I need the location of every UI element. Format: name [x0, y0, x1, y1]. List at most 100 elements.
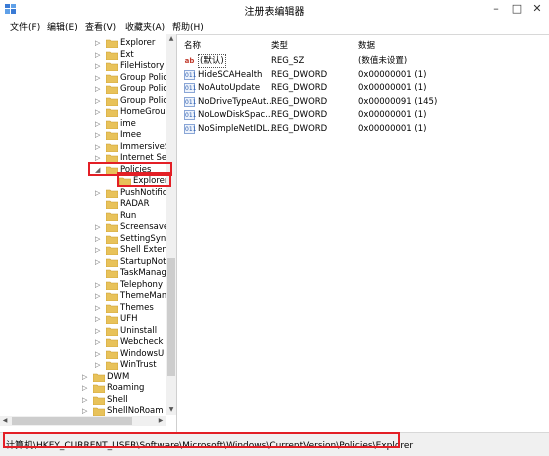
value-row[interactable]: 011 NoSimpleNetIDL... REG_DWORD 0x00000001 … [178, 123, 549, 135]
expand-arrow-icon[interactable]: ▷ [82, 395, 90, 406]
tree-item[interactable]: ▷ ime [0, 119, 166, 130]
value-data: 0x00000001 (1) [358, 69, 427, 80]
close-button[interactable]: ✕ [528, 2, 546, 16]
tree-item[interactable]: ▷ Explorer [0, 38, 166, 49]
tree-item[interactable]: Run [0, 211, 166, 222]
expand-arrow-icon[interactable]: ▷ [95, 337, 103, 348]
scroll-right-icon[interactable]: ▶ [156, 416, 166, 426]
minimize-button[interactable]: – [487, 2, 505, 16]
scroll-down-icon[interactable]: ▼ [166, 405, 176, 415]
expand-arrow-icon[interactable]: ▷ [95, 291, 103, 302]
registry-tree[interactable]: ▷ Explorer ▷ Ext ▷ FileHistory ▷ Group Polic ▷ Gr… [0, 34, 177, 432]
expand-arrow-icon[interactable]: ▷ [95, 142, 103, 153]
scroll-left-icon[interactable]: ◀ [0, 416, 10, 426]
tree-item-label: Screensaver [120, 222, 173, 232]
menu-file[interactable]: 文件(F) [10, 20, 40, 33]
value-type: REG_DWORD [271, 110, 328, 120]
expand-arrow-icon[interactable]: ▷ [95, 96, 103, 107]
expand-arrow-icon[interactable]: ▷ [95, 257, 103, 268]
tree-item[interactable]: TaskManag [0, 268, 167, 279]
tree-item[interactable]: ▷ FileHistory [0, 61, 166, 72]
expand-arrow-icon[interactable]: ▷ [95, 326, 103, 337]
value-type: REG_SZ [271, 56, 305, 66]
expand-arrow-icon[interactable]: ▷ [95, 349, 103, 360]
expand-arrow-icon[interactable] [108, 176, 116, 187]
value-row[interactable]: 011 NoLowDiskSpac... REG_DWORD 0x00000001 (… [178, 109, 549, 121]
expand-arrow-icon[interactable]: ▷ [95, 360, 103, 371]
menu-favorites[interactable]: 收藏夹(A) [125, 20, 165, 33]
scroll-up-icon[interactable]: ▲ [166, 34, 176, 44]
value-row[interactable]: 011 NoAutoUpdate REG_DWORD 0x00000001 (1) [178, 82, 549, 94]
tree-item[interactable]: ▷ Screensaver [0, 222, 173, 233]
value-row[interactable]: 011 HideSCAHealth REG_DWORD 0x00000001 (1) [178, 69, 549, 81]
expand-arrow-icon[interactable]: ▷ [95, 188, 103, 199]
expand-arrow-icon[interactable]: ▷ [95, 280, 103, 291]
value-name: NoLowDiskSpac... [198, 110, 274, 120]
expand-arrow-icon[interactable]: ▷ [95, 38, 103, 49]
menu-view[interactable]: 查看(V) [85, 20, 116, 33]
expand-arrow-icon[interactable]: ▷ [95, 234, 103, 245]
tree-item[interactable]: RADAR [0, 199, 166, 210]
tree-item[interactable]: ▷ ThemeMan [0, 291, 167, 302]
dword-value-icon: 011 [184, 123, 197, 134]
tree-item[interactable]: ▷ Roaming [0, 383, 166, 394]
maximize-button[interactable]: □ [508, 2, 526, 16]
value-row[interactable]: 011 NoDriveTypeAut... REG_DWORD 0x00000091 … [178, 96, 549, 108]
expand-arrow-icon[interactable] [95, 211, 103, 222]
expand-arrow-icon[interactable]: ▷ [95, 245, 103, 256]
tree-item[interactable]: ▷ Themes [0, 303, 166, 314]
tree-item[interactable]: ▷ SettingSync [0, 234, 171, 245]
tree-item[interactable]: ▷ Group Polic [0, 96, 168, 107]
expand-arrow-icon[interactable]: ▷ [95, 84, 103, 95]
column-header-data[interactable]: 数据 [358, 39, 375, 51]
menu-help[interactable]: 帮助(H) [172, 20, 204, 33]
tree-item[interactable]: ▷ Imee [0, 130, 166, 141]
values-list[interactable]: 名称 类型 数据 ab (默认) REG_SZ (数值未设置) 011 HideSCAHe… [178, 34, 549, 432]
scrollbar-thumb[interactable] [12, 417, 132, 425]
tree-item[interactable]: ▷ WindowsU [0, 349, 166, 360]
tree-vertical-scrollbar[interactable]: ▲ ▼ [166, 34, 176, 415]
scrollbar-thumb[interactable] [167, 258, 175, 376]
tree-item[interactable]: ▷ Webcheck [0, 337, 166, 348]
expand-arrow-icon[interactable]: ▷ [95, 119, 103, 130]
tree-item[interactable]: ▷ PushNotific [0, 188, 167, 199]
tree-item[interactable]: ▷ StartupNoti [0, 257, 169, 268]
tree-item[interactable]: ▷ Uninstall [0, 326, 166, 337]
tree-item[interactable]: ▷ Group Polic [0, 73, 168, 84]
column-header-type[interactable]: 类型 [271, 39, 288, 51]
expand-arrow-icon[interactable]: ▷ [95, 61, 103, 72]
tree-item[interactable]: ▷ DWM [0, 372, 166, 383]
tree-item[interactable]: ▷ Telephony [0, 280, 166, 291]
tree-item[interactable]: ▷ Shell Extens [0, 245, 172, 256]
tree-item-label: HomeGroup [120, 107, 171, 117]
tree-item[interactable]: ▷ HomeGroup [0, 107, 171, 118]
tree-item-label: WindowsU [120, 348, 165, 359]
folder-icon [106, 269, 118, 278]
expand-arrow-icon[interactable]: ▷ [95, 130, 103, 141]
tree-item[interactable]: ▷ Ext [0, 50, 166, 61]
expand-arrow-icon[interactable]: ▷ [95, 303, 103, 314]
expand-arrow-icon[interactable]: ▷ [82, 372, 90, 383]
column-header-name[interactable]: 名称 [184, 39, 201, 51]
tree-item-label: TaskManag [120, 268, 167, 278]
expand-arrow-icon[interactable]: ▷ [82, 383, 90, 394]
tree-item[interactable]: ▷ ImmersiveS [0, 142, 170, 153]
tree-item[interactable]: ▷ WinTrust [0, 360, 166, 371]
tree-item[interactable]: ▷ UFH [0, 314, 166, 325]
tree-item[interactable]: ▷ Group Polic [0, 84, 168, 95]
value-row[interactable]: ab (默认) REG_SZ (数值未设置) [178, 54, 549, 68]
tree-item[interactable]: ▷ Shell [0, 395, 166, 406]
expand-arrow-icon[interactable]: ▷ [95, 50, 103, 61]
folder-icon [106, 338, 118, 347]
folder-icon [106, 235, 118, 244]
expand-arrow-icon[interactable]: ▷ [95, 107, 103, 118]
tree-horizontal-scrollbar[interactable]: ◀ ▶ [0, 416, 166, 426]
expand-arrow-icon[interactable] [95, 199, 103, 210]
expand-arrow-icon[interactable]: ▷ [95, 73, 103, 84]
menu-edit[interactable]: 编辑(E) [47, 20, 78, 33]
folder-icon [106, 51, 118, 60]
expand-arrow-icon[interactable]: ▷ [95, 314, 103, 325]
expand-arrow-icon[interactable] [95, 268, 103, 279]
expand-arrow-icon[interactable]: ▷ [95, 222, 103, 233]
folder-icon [106, 189, 118, 198]
